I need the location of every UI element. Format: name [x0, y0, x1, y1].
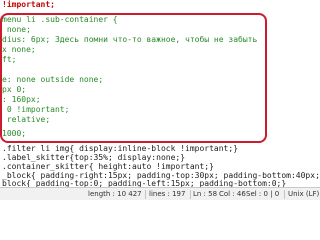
status-separator [145, 190, 146, 199]
status-bar: length : 10 427 lines : 197 Ln : 58 Col … [0, 187, 320, 200]
status-column: Col : 46 [219, 190, 246, 198]
status-eol-format[interactable]: Unix (LF) [288, 188, 319, 200]
status-separator [190, 190, 191, 199]
status-line-number: Ln : 58 [193, 190, 218, 198]
status-separator [284, 190, 285, 199]
status-selection: Sel : 0 | 0 [246, 190, 280, 198]
code-line: !important; [2, 0, 55, 9]
highlight-annotation-box [0, 13, 267, 143]
code-editor[interactable]: !important; menu li .sub-container { non… [0, 0, 320, 188]
status-length: length : 10 427 [88, 190, 142, 198]
status-lines: lines : 197 [149, 190, 186, 198]
